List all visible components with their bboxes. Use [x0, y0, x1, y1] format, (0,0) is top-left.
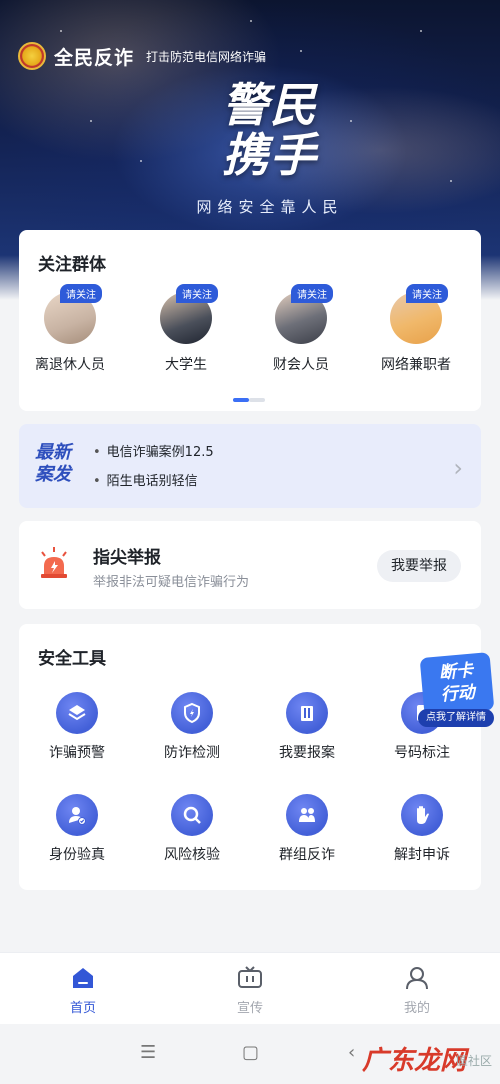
tool-label: 群组反诈	[279, 847, 335, 863]
promo-title-line2: 行动	[440, 682, 476, 706]
app-header: 全民反诈 打击防范电信网络诈骗	[18, 42, 266, 70]
promo-title: 断卡 行动	[419, 652, 495, 716]
banner-title: 警民 携手	[185, 80, 355, 180]
banner-title-line2: 携手	[222, 128, 318, 182]
safety-tools-title: 安全工具	[38, 649, 106, 669]
report-title: 指尖举报	[93, 548, 161, 568]
follow-badge: 请关注	[176, 284, 218, 303]
bottom-nav: 首页 宣传 我的	[0, 952, 500, 1024]
hand-icon	[401, 794, 443, 836]
layers-icon	[56, 692, 98, 734]
tool-file-report[interactable]: 我要报案	[257, 692, 357, 762]
tool-label: 身份验真	[49, 847, 105, 863]
tool-label: 号码标注	[394, 745, 450, 761]
home-square-icon[interactable]: ▢	[242, 1042, 259, 1063]
tool-risk-check[interactable]: 风险核验	[142, 794, 242, 864]
tool-label: 我要报案	[279, 745, 335, 761]
latest-cases-banner[interactable]: 最新 案发 电信诈骗案例12.5 陌生电话别轻信 ›	[19, 424, 481, 508]
app-name: 全民反诈	[54, 46, 135, 69]
nav-publicity[interactable]: 宣传	[200, 963, 300, 1016]
group-label: 离退休人员	[35, 357, 105, 373]
tool-unblock-appeal[interactable]: 解封申诉	[372, 794, 472, 864]
id-verify-icon	[56, 794, 98, 836]
tool-fraud-alert[interactable]: 诈骗预警	[27, 692, 127, 762]
home-icon	[33, 963, 133, 993]
avatar: 请关注	[44, 284, 102, 344]
nav-label: 首页	[69, 1001, 96, 1016]
carousel-dot	[249, 398, 265, 402]
search-icon	[171, 794, 213, 836]
news-item[interactable]: 电信诈骗案例12.5	[93, 438, 214, 467]
tool-label: 诈骗预警	[49, 745, 105, 761]
tool-label: 防诈检测	[164, 745, 220, 761]
follow-badge: 请关注	[291, 284, 333, 303]
user-icon	[367, 963, 467, 993]
group-item-retirees[interactable]: 请关注 离退休人员	[20, 284, 120, 374]
news-list: 电信诈骗案例12.5 陌生电话别轻信	[93, 438, 214, 496]
group-label: 网络兼职者	[381, 357, 451, 373]
avatar: 请关注	[160, 284, 218, 344]
siren-icon	[41, 547, 67, 578]
safety-tools-card: 安全工具 诈骗预警 防诈检测 我要报案 号码标注 身份验真 风险核验 群组反诈 …	[19, 624, 481, 890]
group-label: 财会人员	[273, 357, 329, 373]
card-cut-action-promo[interactable]: 断卡 行动 点我了解详情	[418, 652, 496, 729]
latest-cases-logo-line2: 案发	[35, 464, 71, 485]
focus-groups-card: 关注群体 请关注 离退休人员 请关注 大学生 请关注 财会人员 请关注 网络兼职…	[19, 230, 481, 411]
banner-subtitle: 网络安全靠人民	[196, 198, 344, 216]
avatar: 请关注	[275, 284, 333, 344]
news-item[interactable]: 陌生电话别轻信	[93, 467, 214, 496]
follow-badge: 请关注	[60, 284, 102, 303]
nav-mine[interactable]: 我的	[367, 963, 467, 1016]
follow-badge: 请关注	[406, 284, 448, 303]
latest-cases-logo: 最新 案发	[35, 442, 81, 486]
shield-icon	[171, 692, 213, 734]
watermark-sub: 區社区	[456, 1054, 493, 1068]
report-button[interactable]: 我要举报	[377, 550, 461, 582]
avatar: 请关注	[390, 284, 448, 344]
fingertip-report-card[interactable]: 指尖举报 举报非法可疑电信诈骗行为 我要举报	[19, 521, 481, 609]
chevron-right-icon[interactable]: ›	[453, 454, 463, 482]
back-icon[interactable]: ‹	[348, 1042, 355, 1063]
nav-label: 我的	[403, 1001, 430, 1016]
tv-icon	[200, 963, 300, 993]
banner-title-line1: 警民	[222, 78, 318, 132]
tool-label: 风险核验	[164, 847, 220, 863]
report-book-icon	[286, 692, 328, 734]
group-item-part-timers[interactable]: 请关注 网络兼职者	[366, 284, 466, 374]
nav-label: 宣传	[236, 1001, 263, 1016]
menu-icon[interactable]: ☰	[140, 1042, 156, 1063]
promo-details-button[interactable]: 点我了解详情	[418, 709, 494, 727]
latest-cases-logo-line1: 最新	[35, 442, 71, 463]
watermark: 广东龙网	[362, 1046, 467, 1076]
nav-home[interactable]: 首页	[33, 963, 133, 1016]
police-emblem-icon	[18, 42, 46, 70]
tool-id-verify[interactable]: 身份验真	[27, 794, 127, 864]
report-subtitle: 举报非法可疑电信诈骗行为	[93, 575, 250, 590]
group-icon	[286, 794, 328, 836]
tool-group-antifraud[interactable]: 群组反诈	[257, 794, 357, 864]
group-item-students[interactable]: 请关注 大学生	[136, 284, 236, 374]
tool-label: 解封申诉	[394, 847, 450, 863]
group-item-accountants[interactable]: 请关注 财会人员	[251, 284, 351, 374]
carousel-dot-active	[233, 398, 249, 402]
tool-fraud-check[interactable]: 防诈检测	[142, 692, 242, 762]
group-label: 大学生	[165, 357, 207, 373]
focus-groups-title: 关注群体	[38, 255, 106, 275]
app-slogan: 打击防范电信网络诈骗	[146, 49, 267, 64]
carousel-indicator	[233, 398, 265, 402]
